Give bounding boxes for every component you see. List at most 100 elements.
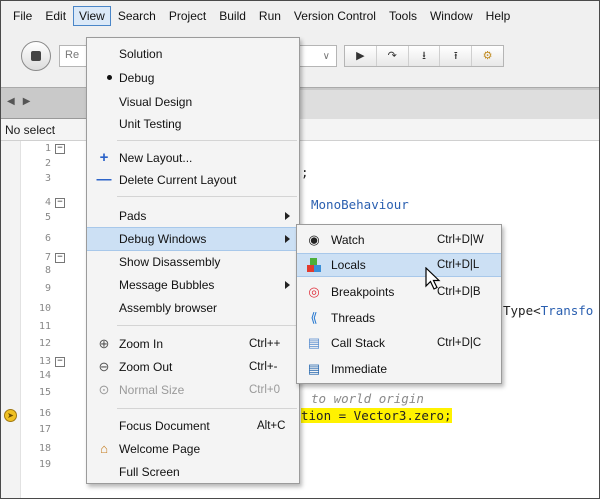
code-comment: to world origin — [311, 391, 424, 406]
shortcut-label: Ctrl+- — [249, 361, 278, 373]
menu-item-zoom-out[interactable]: ⊖ Zoom Out Ctrl+- — [87, 355, 299, 379]
menu-item-normal-size: ⊙ Normal Size Ctrl+0 — [87, 378, 299, 402]
threads-icon: ⟪ — [310, 310, 318, 325]
line-number: 6 — [44, 233, 51, 244]
chevron-down-icon: ∨ — [322, 50, 330, 62]
line-number: 15 — [38, 387, 51, 398]
menu-item-focus-document[interactable]: Focus Document Alt+C — [87, 414, 299, 438]
call-stack-icon: ▤ — [307, 335, 321, 350]
code-token-type: Transfo — [540, 303, 594, 318]
menu-item-watch[interactable]: ◉ Watch Ctrl+D|W — [297, 228, 501, 252]
menu-item-label: Normal Size — [119, 383, 185, 397]
fold-toggle[interactable]: − — [55, 253, 65, 263]
menu-item-label: Delete Current Layout — [119, 173, 237, 187]
menu-item-label: Show Disassembly — [119, 255, 221, 269]
menu-file[interactable]: File — [7, 6, 38, 26]
selected-bullet-icon — [107, 75, 112, 80]
breakpoint-margin[interactable]: ➤ — [1, 141, 21, 498]
stop-icon — [31, 51, 41, 61]
menu-help[interactable]: Help — [480, 6, 517, 26]
shortcut-label: Alt+C — [257, 420, 286, 432]
code-token: Type<Transfo — [503, 303, 593, 318]
line-number: 17 — [38, 424, 51, 435]
menu-item-zoom-in[interactable]: ⊕ Zoom In Ctrl++ — [87, 332, 299, 356]
menu-item-label: Full Screen — [119, 465, 180, 479]
menu-item-assembly-browser[interactable]: Assembly browser — [87, 296, 299, 320]
menu-item-label: Call Stack — [331, 336, 386, 350]
line-number: 10 — [38, 303, 51, 314]
menu-item-label: Pads — [119, 209, 147, 223]
menu-item-label: Threads — [331, 311, 376, 325]
shortcut-label: Ctrl++ — [249, 338, 281, 350]
menu-item-unit-testing[interactable]: Unit Testing — [87, 112, 299, 136]
menu-item-threads[interactable]: ⟪ Threads — [297, 306, 501, 330]
menu-item-pads[interactable]: Pads — [87, 204, 299, 228]
menu-view[interactable]: View — [73, 6, 111, 26]
menu-item-label: Focus Document — [119, 419, 210, 433]
run-target-combo[interactable]: ∨ — [297, 45, 337, 67]
menubar: File Edit View Search Project Build Run … — [1, 1, 599, 31]
menu-item-call-stack[interactable]: ▤ Call Stack Ctrl+D|C — [297, 331, 501, 355]
line-number: 12 — [38, 338, 51, 349]
line-number: 19 — [38, 459, 51, 470]
continue-icon[interactable]: ▶ — [345, 46, 377, 66]
line-number: 18 — [38, 443, 51, 454]
menu-item-delete-layout[interactable]: — Delete Current Layout — [87, 168, 299, 192]
debug-settings-icon[interactable]: ⚙ — [472, 46, 503, 66]
menu-item-label: Watch — [331, 233, 365, 247]
line-number: 4 — [44, 197, 51, 208]
submenu-arrow-icon — [285, 281, 290, 289]
menu-tools[interactable]: Tools — [383, 6, 423, 26]
step-over-icon[interactable]: ↷ — [377, 46, 409, 66]
current-line-arrow-icon: ➤ — [4, 409, 17, 422]
stop-button[interactable] — [21, 41, 51, 71]
menu-separator — [117, 140, 297, 141]
menu-build[interactable]: Build — [213, 6, 252, 26]
menu-item-label: Message Bubbles — [119, 278, 215, 292]
menu-item-label: Zoom In — [119, 337, 164, 351]
menu-item-new-layout[interactable]: + New Layout... — [87, 146, 299, 170]
menu-item-label: Welcome Page — [119, 442, 201, 456]
line-number: 9 — [44, 283, 51, 294]
minus-icon: — — [96, 171, 112, 188]
menu-item-full-screen[interactable]: Full Screen — [87, 460, 299, 484]
menu-search[interactable]: Search — [112, 6, 162, 26]
step-into-icon[interactable]: ⭳ — [409, 46, 441, 66]
menu-edit[interactable]: Edit — [39, 6, 72, 26]
document-tab[interactable] — [287, 90, 599, 120]
menu-item-solution[interactable]: Solution — [87, 42, 299, 66]
step-out-icon[interactable]: ⭱ — [440, 46, 473, 66]
menu-item-message-bubbles[interactable]: Message Bubbles — [87, 273, 299, 297]
fold-toggle[interactable]: − — [55, 144, 65, 154]
code-token-prefix: Type< — [503, 303, 541, 318]
tab-nav-arrows-icon[interactable]: ◀▶ — [7, 96, 38, 107]
menu-item-visual-design[interactable]: Visual Design — [87, 90, 299, 114]
fold-toggle[interactable]: − — [55, 357, 65, 367]
menu-item-debug[interactable]: Debug — [87, 66, 299, 90]
menu-item-welcome-page[interactable]: ⌂ Welcome Page — [87, 437, 299, 461]
menu-project[interactable]: Project — [163, 6, 212, 26]
line-number: 14 — [38, 370, 51, 381]
line-number: 5 — [44, 212, 51, 223]
menu-item-debug-windows[interactable]: Debug Windows — [87, 227, 299, 251]
submenu-arrow-icon — [285, 235, 290, 243]
breakpoint-icon: ◎ — [308, 284, 320, 299]
line-number: 3 — [44, 173, 51, 184]
menu-item-label: Debug — [119, 71, 155, 85]
menu-item-breakpoints[interactable]: ◎ Breakpoints Ctrl+D|B — [297, 280, 501, 304]
menu-item-label: Solution — [119, 47, 163, 61]
submenu-arrow-icon — [285, 212, 290, 220]
menu-item-locals[interactable]: Locals Ctrl+D|L — [297, 253, 501, 277]
line-number: 2 — [44, 158, 51, 169]
home-icon: ⌂ — [100, 441, 108, 456]
menu-run[interactable]: Run — [253, 6, 287, 26]
fold-toggle[interactable]: − — [55, 198, 65, 208]
menu-item-immediate[interactable]: ▤ Immediate — [297, 357, 501, 381]
menu-item-label: Assembly browser — [119, 301, 218, 315]
menu-item-show-disassembly[interactable]: Show Disassembly — [87, 250, 299, 274]
menu-item-label: New Layout... — [119, 151, 193, 165]
code-token: ; — [301, 165, 309, 180]
menu-window[interactable]: Window — [424, 6, 479, 26]
menu-item-label: Visual Design — [119, 95, 193, 109]
menu-version-control[interactable]: Version Control — [288, 6, 382, 26]
